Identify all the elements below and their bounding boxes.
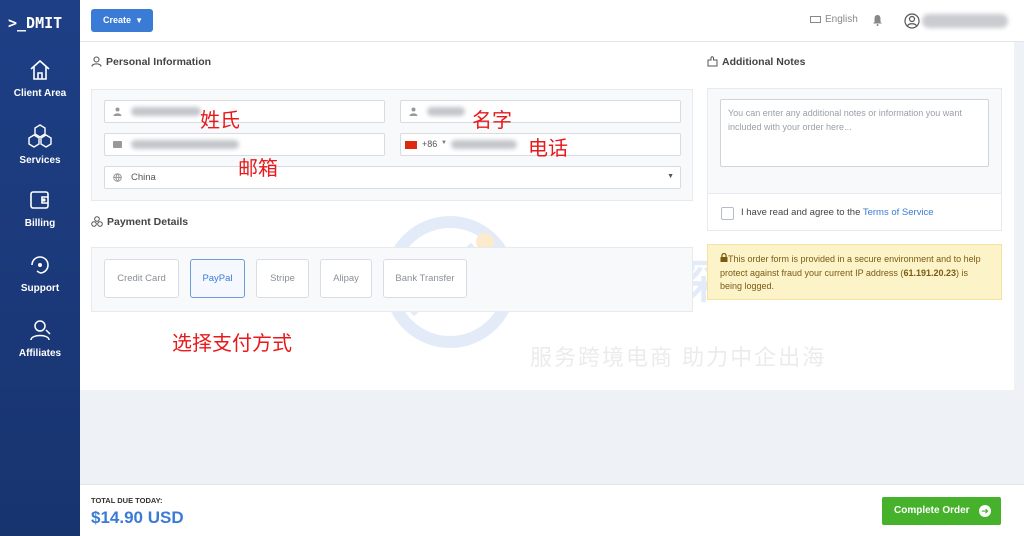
sidebar-item-label: Services [19, 155, 61, 166]
complete-order-button[interactable]: Complete Order ➜ [882, 497, 1001, 525]
ip-address: 61.191.20.23 [903, 267, 956, 278]
payment-details-title: Payment Details [107, 216, 189, 228]
secure-notice: This order form is provided in a secure … [707, 244, 1002, 300]
total-due-amount: $14.90 USD [91, 508, 184, 527]
annotation-given-name: 名字 [472, 108, 512, 132]
envelope-icon [113, 140, 122, 151]
payment-method-stripe[interactable]: Stripe [256, 259, 309, 298]
cubes-icon [91, 216, 103, 230]
terms-prefix: I have read and agree to the [741, 207, 861, 218]
home-icon [30, 59, 50, 80]
wallet-icon [30, 191, 49, 209]
sidebar-item-support[interactable]: Support [0, 253, 80, 313]
annotation-payment: 选择支付方式 [172, 331, 292, 355]
puzzle-icon [707, 56, 718, 70]
redacted-value [131, 140, 239, 149]
user-menu[interactable] [904, 11, 1008, 31]
sidebar-item-label: Client Area [13, 88, 67, 99]
sidebar-item-label: Support [20, 283, 60, 294]
complete-order-label: Complete Order [894, 505, 970, 516]
payment-method-paypal[interactable]: PayPal [190, 259, 245, 298]
china-flag-icon [405, 141, 417, 149]
personal-info-title: Personal Information [106, 56, 212, 68]
redacted-value [131, 107, 201, 116]
terms-checkbox[interactable] [721, 207, 734, 220]
chevron-down-icon: ▼ [441, 140, 447, 146]
annotation-email: 邮箱 [238, 156, 278, 180]
sidebar-item-billing[interactable]: Billing [0, 188, 80, 248]
sidebar-item-label: Billing [24, 218, 56, 229]
language-selector[interactable]: English [810, 14, 858, 25]
last-name-field[interactable] [400, 100, 681, 123]
redacted-username [922, 14, 1008, 28]
create-button[interactable]: Create ▼ [91, 9, 153, 32]
terms-agreement: I have read and agree to the Terms of Se… [707, 193, 1002, 231]
annotation-surname: 姓氏 [200, 108, 240, 132]
country-code[interactable]: +86 [422, 139, 437, 149]
cubes-icon [28, 124, 52, 148]
lock-icon [720, 252, 728, 264]
language-label: English [825, 14, 858, 25]
users-icon [30, 320, 51, 341]
watermark-subtitle: 服务跨境电商 助力中企出海 [530, 345, 827, 370]
terms-text: I have read and agree to the Terms of Se… [741, 207, 934, 218]
payment-method-bank-transfer[interactable]: Bank Transfer [383, 259, 467, 298]
support-icon [31, 256, 49, 274]
personal-info-panel: +86 ▼ China ▼ [91, 89, 693, 201]
personal-info-heading: Personal Information [91, 56, 211, 70]
notes-textarea[interactable]: You can enter any additional notes or in… [720, 99, 989, 167]
user-icon [113, 107, 122, 119]
payment-details-heading: Payment Details [91, 216, 188, 230]
flag-icon [810, 15, 821, 23]
terms-of-service-link[interactable]: Terms of Service [863, 207, 934, 218]
annotation-phone: 电话 [528, 136, 568, 160]
chevron-down-icon: ▼ [667, 173, 674, 180]
sidebar-item-services[interactable]: Services [0, 123, 80, 183]
payment-method-credit-card[interactable]: Credit Card [104, 259, 179, 298]
sidebar-item-client-area[interactable]: Client Area [0, 58, 80, 118]
first-name-field[interactable] [104, 100, 385, 123]
user-icon [91, 56, 102, 70]
create-button-label: Create [103, 15, 132, 25]
sidebar: >_DMIT Client Area Services Billing Supp… [0, 0, 80, 536]
globe-icon [113, 173, 122, 185]
country-select[interactable]: China ▼ [104, 166, 681, 189]
additional-notes-heading: Additional Notes [707, 56, 805, 70]
chevron-down-icon: ▼ [135, 16, 143, 25]
order-footer: TOTAL DUE TODAY: $14.90 USD Complete Ord… [80, 484, 1024, 536]
redacted-value [451, 140, 517, 149]
avatar-icon [904, 13, 920, 29]
top-bar: Create ▼ English [80, 0, 1024, 42]
sidebar-item-affiliates[interactable]: Affiliates [0, 318, 80, 378]
bell-icon[interactable] [872, 13, 883, 31]
payment-method-alipay[interactable]: Alipay [320, 259, 372, 298]
country-value: China [131, 172, 156, 183]
user-icon [409, 107, 418, 119]
additional-notes-title: Additional Notes [722, 56, 806, 68]
arrow-right-icon: ➜ [979, 505, 991, 517]
dmit-logo[interactable]: >_DMIT [8, 14, 72, 34]
sidebar-item-label: Affiliates [18, 348, 62, 359]
redacted-value [427, 107, 465, 116]
total-due-label: TOTAL DUE TODAY: [91, 496, 163, 505]
